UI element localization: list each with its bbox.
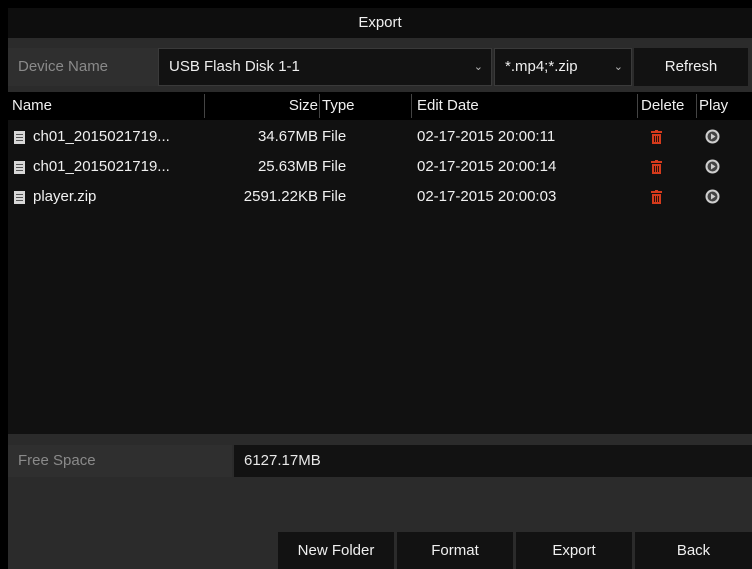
file-type: File xyxy=(322,188,347,205)
chevron-down-icon: ⌄ xyxy=(613,61,623,73)
export-dialog: Export Device Name USB Flash Disk 1-1 ⌄ … xyxy=(8,8,752,569)
play-icon[interactable] xyxy=(705,129,720,144)
export-button[interactable]: Export xyxy=(516,532,632,569)
device-select[interactable]: USB Flash Disk 1-1 ⌄ xyxy=(158,48,492,86)
column-delete[interactable]: Delete xyxy=(641,92,684,120)
format-button[interactable]: Format xyxy=(397,532,513,569)
play-icon[interactable] xyxy=(705,189,720,204)
file-list: Name Size Type Edit Date Delete Play ch0… xyxy=(8,92,752,434)
file-name: ch01_2015021719... xyxy=(33,128,170,145)
file-size: 34.67MB xyxy=(257,128,318,145)
delete-icon[interactable] xyxy=(651,130,662,144)
column-play[interactable]: Play xyxy=(699,92,728,120)
free-space-value: 6127.17MB xyxy=(234,445,752,477)
column-type[interactable]: Type xyxy=(322,92,355,120)
file-row[interactable]: player.zip 2591.22KB File 02-17-2015 20:00:… xyxy=(8,182,752,212)
button-bar: New Folder Format Export Back xyxy=(8,528,752,569)
file-list-header: Name Size Type Edit Date Delete Play xyxy=(8,92,752,120)
column-edit-date[interactable]: Edit Date xyxy=(417,92,479,120)
new-folder-button[interactable]: New Folder xyxy=(278,532,394,569)
file-icon xyxy=(14,161,25,174)
file-icon xyxy=(14,191,25,204)
file-size: 25.63MB xyxy=(257,158,318,175)
delete-icon[interactable] xyxy=(651,160,662,174)
back-button[interactable]: Back xyxy=(635,532,752,569)
chevron-down-icon: ⌄ xyxy=(473,61,483,73)
file-row[interactable]: ch01_2015021719... 34.67MB File 02-17-2015 … xyxy=(8,122,752,152)
column-size[interactable]: Size xyxy=(206,92,318,120)
device-select-value: USB Flash Disk 1-1 xyxy=(169,58,300,75)
file-edit-date: 02-17-2015 20:00:11 xyxy=(417,128,556,145)
file-name: ch01_2015021719... xyxy=(33,158,170,175)
column-name[interactable]: Name xyxy=(12,92,52,120)
file-type: File xyxy=(322,158,347,175)
play-icon[interactable] xyxy=(705,159,720,174)
dialog-title: Export xyxy=(8,8,752,38)
device-name-label: Device Name xyxy=(8,48,158,86)
file-filter-select[interactable]: *.mp4;*.zip ⌄ xyxy=(494,48,632,86)
file-row[interactable]: ch01_2015021719... 25.63MB File 02-17-2015 … xyxy=(8,152,752,182)
file-size: 2591.22KB xyxy=(243,188,318,205)
delete-icon[interactable] xyxy=(651,190,662,204)
free-space-label: Free Space xyxy=(8,445,232,477)
file-name: player.zip xyxy=(33,188,97,205)
file-edit-date: 02-17-2015 20:00:14 xyxy=(417,158,557,175)
file-edit-date: 02-17-2015 20:00:03 xyxy=(417,188,557,205)
refresh-button[interactable]: Refresh xyxy=(634,48,748,86)
file-type: File xyxy=(322,128,347,145)
file-filter-value: *.mp4;*.zip xyxy=(505,58,578,75)
file-icon xyxy=(14,131,25,144)
